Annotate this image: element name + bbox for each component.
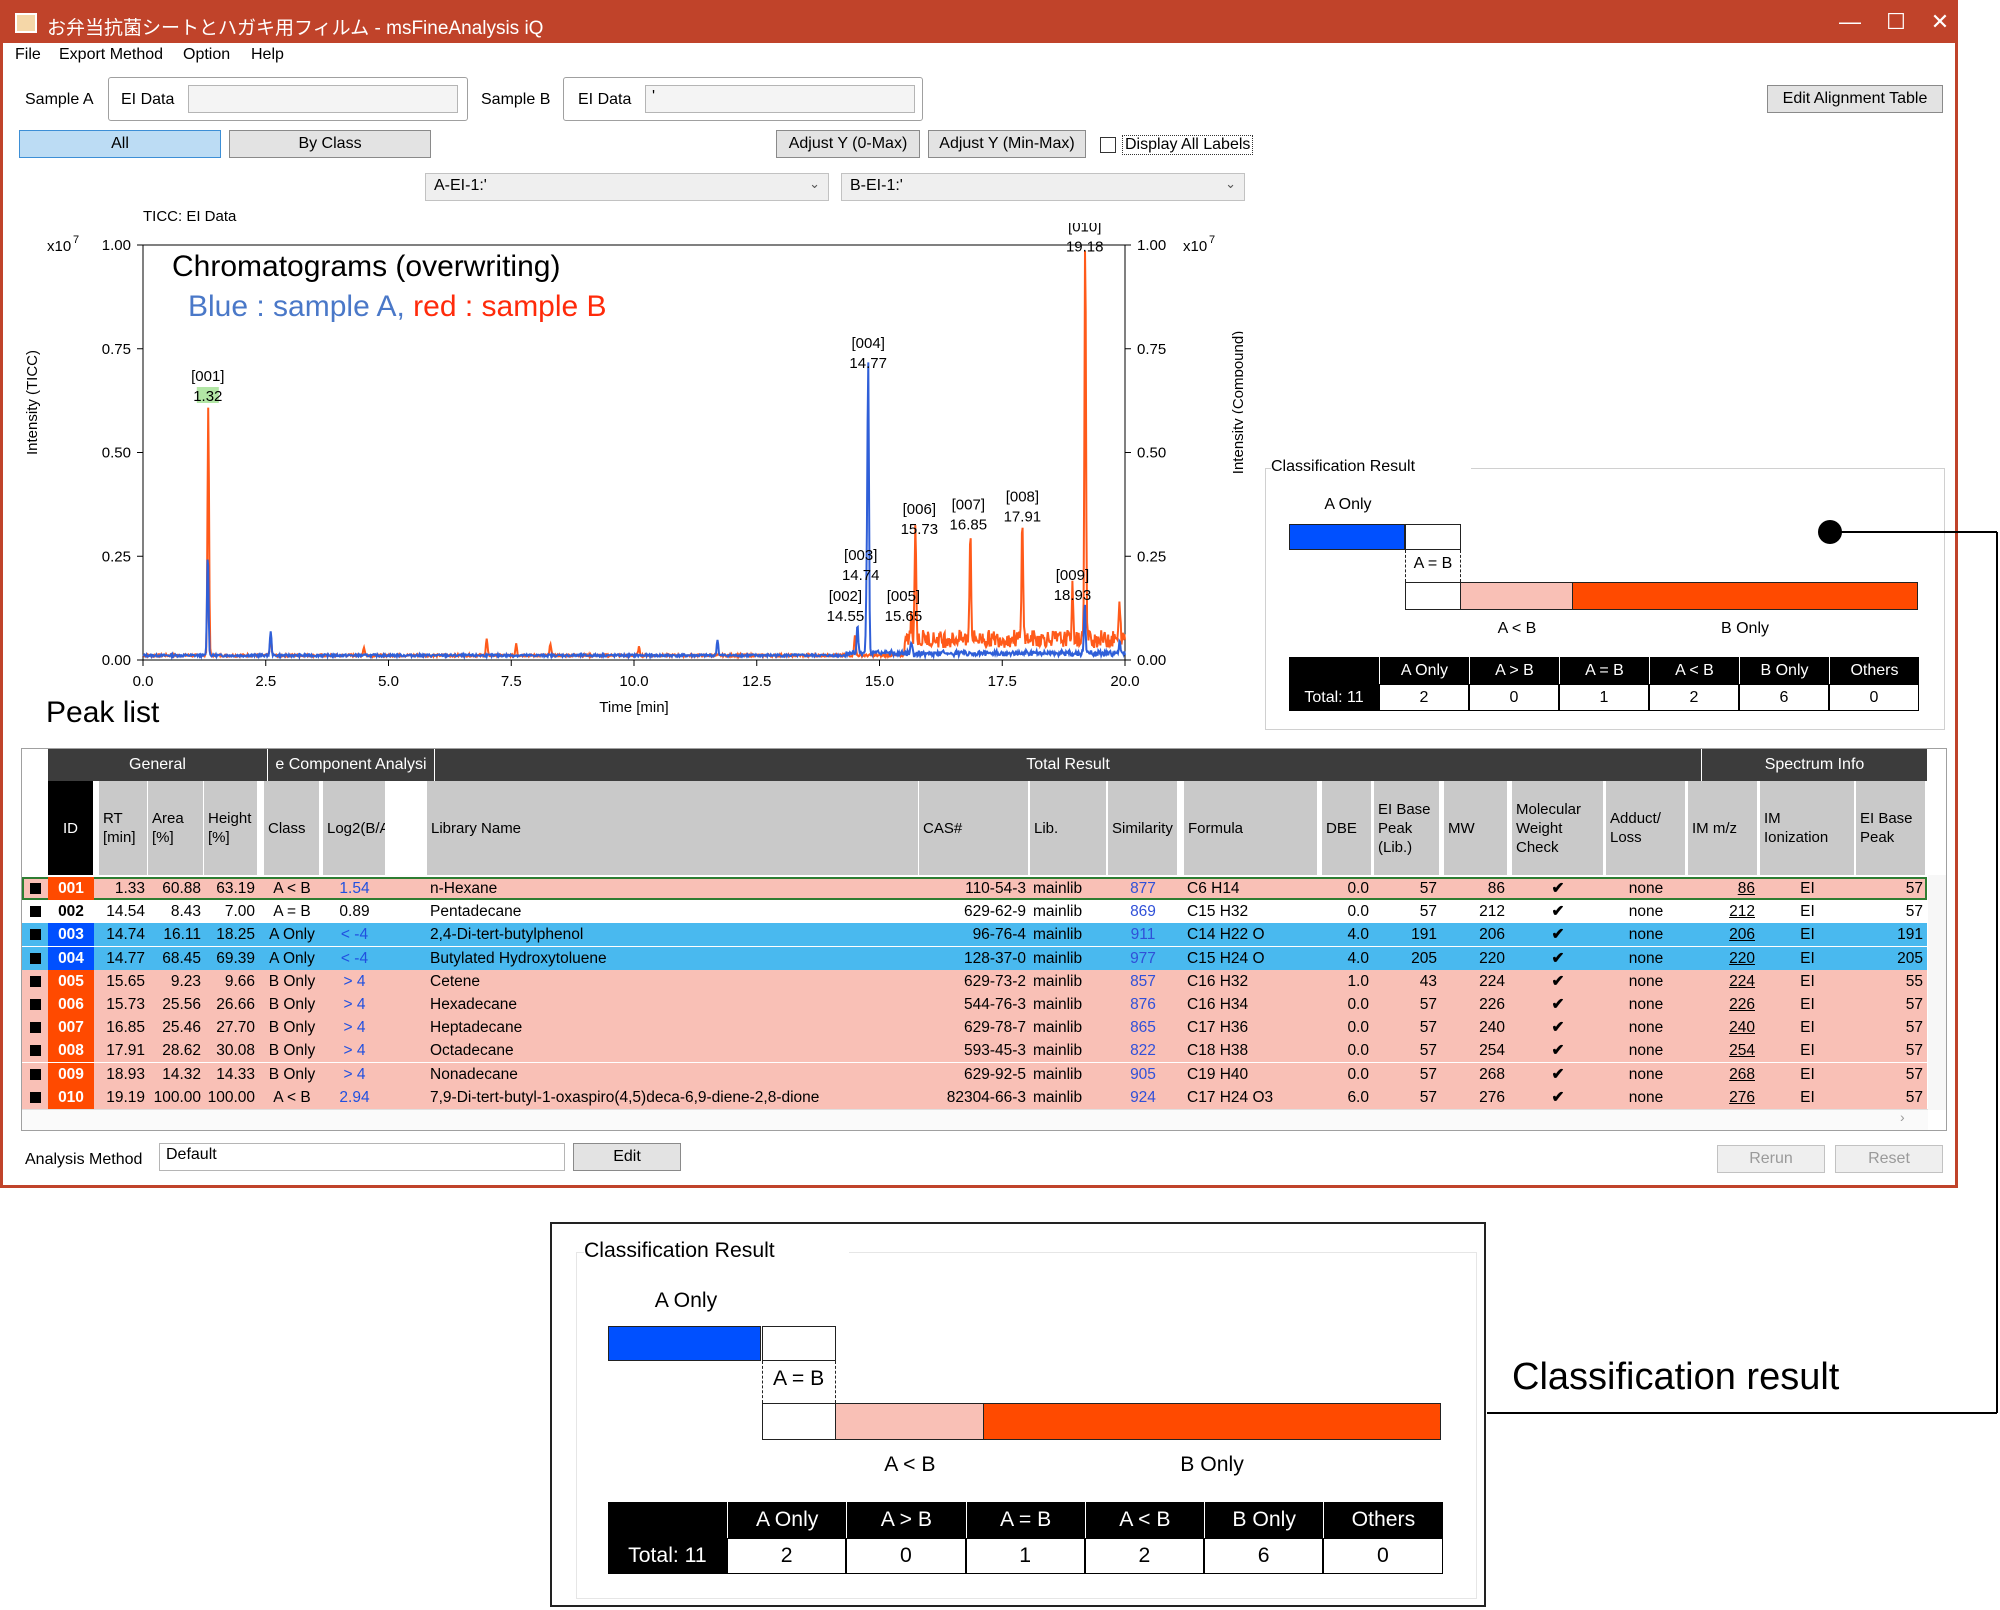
classification-zoom-label-a-eq-b: A = B [772, 1367, 825, 1391]
classification-zoom-panel: Classification Result A Only A = BA < BB O… [550, 1222, 1486, 1607]
classification-zoom-label-a-only: A Only [654, 1289, 718, 1313]
annotation-classification-result: Classification result [1512, 1356, 1840, 1398]
classification-zoom-header-cell: A > B [846, 1502, 966, 1539]
classification-zoom-header-cell: B Only [1204, 1502, 1324, 1539]
classification-zoom-count-cell: 0 [846, 1538, 966, 1574]
classification-zoom-bar-a-lt-b [835, 1403, 985, 1441]
classification-zoom-table-corner [607, 1502, 728, 1539]
classification-zoom-total: Total: 11 [607, 1538, 728, 1574]
classification-zoom-label-a-lt-b: A < B [884, 1453, 936, 1477]
classification-zoom-count-cell: 0 [1323, 1538, 1443, 1574]
classification-zoom-count-cell: 6 [1204, 1538, 1324, 1574]
classification-zoom-label-b-only: B Only [1180, 1453, 1244, 1477]
classification-zoom-bar-a-eq-b-top [761, 1326, 836, 1361]
classification-zoom-header-cell: Others [1323, 1502, 1443, 1539]
classification-zoom-count-cell: 2 [1084, 1538, 1205, 1574]
classification-zoom-header-cell: A = B [965, 1502, 1085, 1539]
classification-zoom-count-cell: 1 [965, 1538, 1085, 1574]
classification-zoom-bar-b-only [984, 1403, 1442, 1441]
classification-zoom-count-cell: 2 [727, 1538, 847, 1574]
classification-zoom-header-cell: A Only [727, 1502, 847, 1539]
classification-zoom-title: Classification Result [583, 1238, 849, 1268]
classification-zoom-header-cell: A < B [1084, 1502, 1205, 1539]
classification-zoom-bar-a-eq-b-bottom [761, 1403, 836, 1441]
classification-zoom-bar-a-only [607, 1326, 762, 1361]
